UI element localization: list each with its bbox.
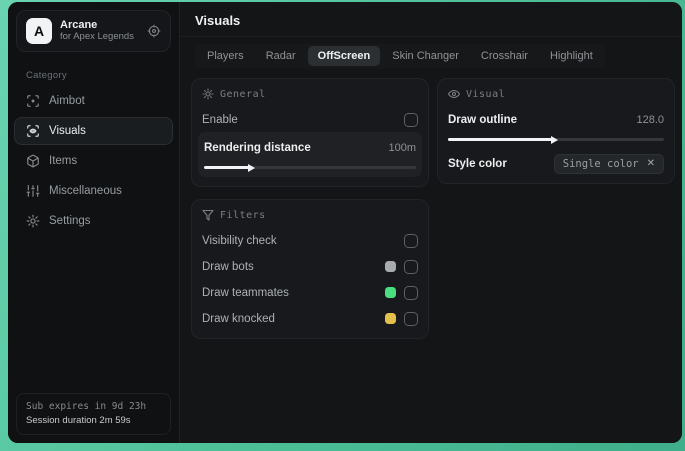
rendering-distance-slider[interactable] xyxy=(204,166,416,169)
main-content: Visuals Players Radar OffScreen Skin Cha… xyxy=(180,2,682,443)
draw-outline-row: Draw outline 128.0 xyxy=(448,109,664,130)
gear-icon xyxy=(26,214,40,228)
right-column: Visual Draw outline 128.0 Style color Si… xyxy=(437,78,675,184)
category-label: Category xyxy=(26,70,67,81)
draw-teammates-checkbox[interactable] xyxy=(404,285,418,300)
main-header: Visuals xyxy=(180,2,682,37)
draw-knocked-checkbox[interactable] xyxy=(404,311,418,326)
draw-bots-color-swatch[interactable] xyxy=(385,261,396,272)
app-subtitle: for Apex Legends xyxy=(60,30,134,42)
visual-panel: Visual Draw outline 128.0 Style color Si… xyxy=(437,78,675,184)
style-color-select[interactable]: Single color ✕ xyxy=(553,153,664,174)
sidebar-item-label: Miscellaneous xyxy=(49,185,122,197)
filters-panel-header: Filters xyxy=(202,209,418,221)
subscription-info-card: Sub expires in 9d 23h Session duration 2… xyxy=(16,392,171,435)
filters-panel-title: Filters xyxy=(220,209,266,221)
visual-panel-header: Visual xyxy=(448,88,664,100)
general-panel-title: General xyxy=(220,88,266,100)
draw-teammates-row: Draw teammates xyxy=(202,282,418,303)
sidebar-nav: Aimbot Visuals Items Miscellaneous Setti… xyxy=(8,87,179,235)
draw-bots-row: Draw bots xyxy=(202,256,418,277)
rendering-distance-value: 100m xyxy=(388,141,416,154)
rendering-distance-block: Rendering distance 100m xyxy=(198,132,422,177)
draw-knocked-color-swatch[interactable] xyxy=(385,313,396,324)
style-color-label: Style color xyxy=(448,157,507,170)
sliders-icon xyxy=(26,184,40,198)
sidebar-item-label: Aimbot xyxy=(49,95,85,107)
sidebar: A Arcane for Apex Legends Category Aimbo… xyxy=(8,2,180,443)
crosshair-scan-icon xyxy=(26,94,40,108)
panels-area: General Enable Rendering distance 100m F… xyxy=(180,68,682,339)
tab-skin-changer[interactable]: Skin Changer xyxy=(382,46,469,66)
tab-bar: Players Radar OffScreen Skin Changer Cro… xyxy=(195,44,605,68)
package-icon xyxy=(26,154,40,168)
app-logo: A xyxy=(26,18,52,44)
draw-bots-label: Draw bots xyxy=(202,260,254,273)
draw-teammates-controls xyxy=(385,285,418,300)
clear-icon[interactable]: ✕ xyxy=(647,158,655,169)
draw-outline-value: 128.0 xyxy=(636,113,664,126)
app-name: Arcane xyxy=(60,19,98,32)
session-duration-text: Session duration 2m 59s xyxy=(26,414,131,426)
draw-bots-checkbox[interactable] xyxy=(404,259,418,274)
tab-radar[interactable]: Radar xyxy=(256,46,306,66)
tab-crosshair[interactable]: Crosshair xyxy=(471,46,538,66)
slider-fill[interactable] xyxy=(448,138,552,141)
sidebar-item-label: Items xyxy=(49,155,78,167)
eye-icon xyxy=(448,88,460,100)
rendering-distance-row: Rendering distance 100m xyxy=(204,137,416,158)
tab-players[interactable]: Players xyxy=(197,46,254,66)
enable-label: Enable xyxy=(202,113,238,126)
rendering-distance-label: Rendering distance xyxy=(204,141,311,154)
tab-offscreen[interactable]: OffScreen xyxy=(307,46,381,66)
slider-fill[interactable] xyxy=(204,166,249,169)
left-column: General Enable Rendering distance 100m F… xyxy=(191,78,429,339)
tab-highlight[interactable]: Highlight xyxy=(540,46,603,66)
visibility-check-row: Visibility check xyxy=(202,230,418,251)
app-window: A Arcane for Apex Legends Category Aimbo… xyxy=(8,2,682,443)
draw-bots-controls xyxy=(385,259,418,274)
target-icon[interactable] xyxy=(147,24,161,38)
enable-row: Enable xyxy=(202,109,418,130)
sidebar-item-miscellaneous[interactable]: Miscellaneous xyxy=(14,177,173,205)
draw-outline-label: Draw outline xyxy=(448,113,518,126)
sidebar-item-aimbot[interactable]: Aimbot xyxy=(14,87,173,115)
funnel-icon xyxy=(202,209,214,221)
draw-knocked-label: Draw knocked xyxy=(202,312,275,325)
sidebar-item-visuals[interactable]: Visuals xyxy=(14,117,173,145)
scan-eye-icon xyxy=(26,124,40,138)
general-panel: General Enable Rendering distance 100m xyxy=(191,78,429,187)
visual-panel-title: Visual xyxy=(466,88,506,100)
draw-teammates-label: Draw teammates xyxy=(202,286,289,299)
draw-knocked-controls xyxy=(385,311,418,326)
page-title: Visuals xyxy=(195,13,241,28)
sidebar-item-items[interactable]: Items xyxy=(14,147,173,175)
sun-gear-icon xyxy=(202,88,214,100)
app-meta: Arcane for Apex Legends xyxy=(60,19,139,43)
visibility-check-label: Visibility check xyxy=(202,234,277,247)
draw-outline-slider[interactable] xyxy=(448,138,664,141)
draw-knocked-row: Draw knocked xyxy=(202,308,418,329)
app-header-card: A Arcane for Apex Legends xyxy=(16,10,171,52)
filters-panel: Filters Visibility check Draw bots Draw … xyxy=(191,199,429,339)
sidebar-item-label: Visuals xyxy=(49,125,86,137)
sub-expires-text: Sub expires in 9d 23h xyxy=(26,400,147,412)
style-color-row: Style color Single color ✕ xyxy=(448,153,664,174)
visibility-check-checkbox[interactable] xyxy=(404,233,418,248)
enable-checkbox[interactable] xyxy=(404,112,418,127)
sidebar-item-label: Settings xyxy=(49,215,91,227)
style-color-selected-value: Single color xyxy=(562,157,639,170)
sidebar-item-settings[interactable]: Settings xyxy=(14,207,173,235)
general-panel-header: General xyxy=(202,88,418,100)
draw-teammates-color-swatch[interactable] xyxy=(385,287,396,298)
